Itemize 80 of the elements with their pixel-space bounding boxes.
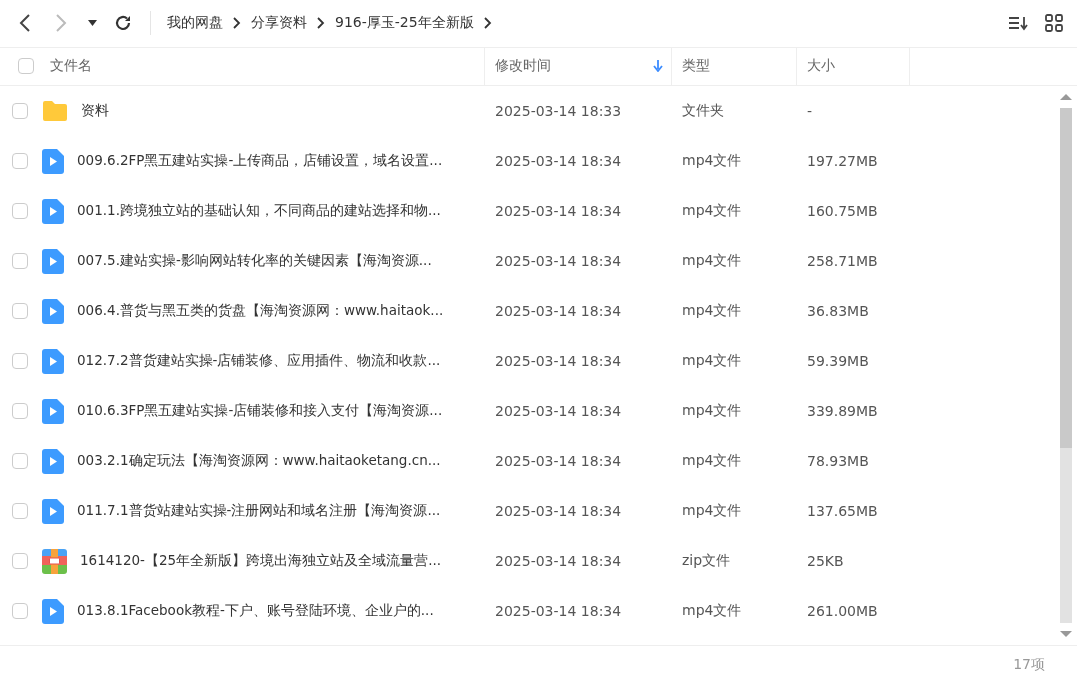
folder-icon — [42, 100, 68, 123]
video-file-icon — [42, 348, 64, 374]
file-name[interactable]: 001.1.跨境独立站的基础认知，不同商品的建站选择和物... — [77, 202, 441, 221]
modified-time: 2025-03-14 18:34 — [494, 353, 623, 370]
file-size: 197.27MB — [806, 153, 879, 170]
row-checkbox[interactable] — [12, 403, 28, 420]
modified-time: 2025-03-14 18:34 — [494, 503, 623, 520]
file-name[interactable]: 1614120-【25年全新版】跨境出海独立站及全域流量营... — [80, 552, 442, 571]
file-type: mp4文件 — [681, 252, 743, 271]
row-checkbox[interactable] — [12, 253, 28, 270]
column-header[interactable]: 修改时间 — [495, 57, 645, 76]
breadcrumb-link[interactable]: 我的网盘 — [167, 14, 223, 33]
modified-time: 2025-03-14 18:33 — [494, 103, 623, 120]
file-size: 137.65MB — [806, 503, 879, 520]
select-all-checkbox[interactable] — [18, 58, 34, 75]
file-size: - — [806, 103, 814, 120]
video-file-icon — [42, 448, 64, 474]
file-name[interactable]: 006.4.普货与黑五类的货盘【海淘资源网：www.haitaok... — [77, 302, 444, 321]
file-size: 339.89MB — [806, 403, 879, 420]
file-type: mp4文件 — [681, 402, 743, 421]
file-type: mp4文件 — [681, 452, 743, 471]
file-name[interactable]: 010.6.3FP黑五建站实操-店铺装修和接入支付【海淘资源... — [77, 402, 443, 421]
video-file-icon — [42, 398, 64, 424]
file-size: 59.39MB — [806, 353, 870, 370]
modified-time: 2025-03-14 18:34 — [494, 203, 623, 220]
file-size: 258.71MB — [806, 253, 879, 270]
file-size: 261.00MB — [806, 603, 879, 620]
file-name[interactable]: 007.5.建站实操-影响网站转化率的关键因素【海淘资源... — [77, 252, 432, 271]
file-size: 78.93MB — [806, 453, 870, 470]
modified-time: 2025-03-14 18:34 — [494, 253, 623, 270]
file-name[interactable]: 011.7.1普货站建站实操-注册网站和域名注册【海淘资源... — [77, 502, 441, 521]
modified-time: 2025-03-14 18:34 — [494, 603, 623, 620]
row-checkbox[interactable] — [12, 353, 28, 370]
row-checkbox[interactable] — [12, 303, 28, 320]
file-type: mp4文件 — [681, 302, 743, 321]
file-name[interactable]: 012.7.2普货建站实操-店铺装修、应用插件、物流和收款... — [77, 352, 441, 371]
grid-view-button[interactable] — [1043, 12, 1065, 35]
file-type: mp4文件 — [681, 152, 743, 171]
file-type: zip文件 — [681, 552, 732, 571]
archive-file-icon — [42, 548, 67, 574]
row-checkbox[interactable] — [12, 603, 28, 620]
breadcrumb-link[interactable]: 分享资料 — [251, 14, 307, 33]
video-file-icon — [42, 148, 64, 174]
modified-time: 2025-03-14 18:34 — [494, 153, 623, 170]
file-name[interactable]: 013.8.1Facebook教程-下户、账号登陆环境、企业户的... — [77, 602, 434, 621]
file-size: 160.75MB — [806, 203, 879, 220]
modified-time: 2025-03-14 18:34 — [494, 303, 623, 320]
file-type: 文件夹 — [681, 102, 725, 121]
file-name[interactable]: 009.6.2FP黑五建站实操-上传商品，店铺设置，域名设置... — [77, 152, 443, 171]
row-checkbox[interactable] — [12, 153, 28, 170]
file-name[interactable]: 003.2.1确定玩法【海淘资源网：www.haitaoketang.cn... — [77, 452, 441, 471]
row-checkbox[interactable] — [12, 503, 28, 520]
chevron-right-icon — [481, 17, 494, 30]
chevron-right-icon — [315, 17, 327, 30]
breadcrumb-link[interactable]: 916-厚玉-25年全新版 — [335, 14, 474, 33]
modified-time: 2025-03-14 18:34 — [494, 453, 623, 470]
column-header[interactable]: 类型 — [682, 57, 796, 76]
column-header[interactable]: 文件名 — [50, 57, 484, 76]
row-checkbox[interactable] — [12, 553, 28, 570]
file-type: mp4文件 — [681, 502, 743, 521]
row-checkbox[interactable] — [12, 453, 28, 470]
modified-time: 2025-03-14 18:34 — [494, 553, 623, 570]
row-checkbox[interactable] — [12, 203, 28, 220]
file-size: 36.83MB — [806, 303, 870, 320]
video-file-icon — [42, 198, 64, 224]
chevron-right-icon — [231, 17, 243, 30]
column-header[interactable]: 大小 — [807, 57, 909, 76]
file-type: mp4文件 — [681, 202, 743, 221]
row-checkbox[interactable] — [12, 103, 28, 120]
file-type: mp4文件 — [681, 352, 743, 371]
video-file-icon — [42, 498, 64, 524]
modified-time: 2025-03-14 18:34 — [494, 403, 623, 420]
video-file-icon — [42, 298, 64, 324]
video-file-icon — [42, 598, 64, 624]
file-size: 25KB — [806, 553, 845, 570]
caret-down-icon — [87, 20, 97, 27]
video-file-icon — [42, 248, 64, 274]
file-type: mp4文件 — [681, 602, 743, 621]
file-name[interactable]: 资料 — [81, 102, 109, 121]
item-count: 17项 — [1013, 655, 1045, 674]
